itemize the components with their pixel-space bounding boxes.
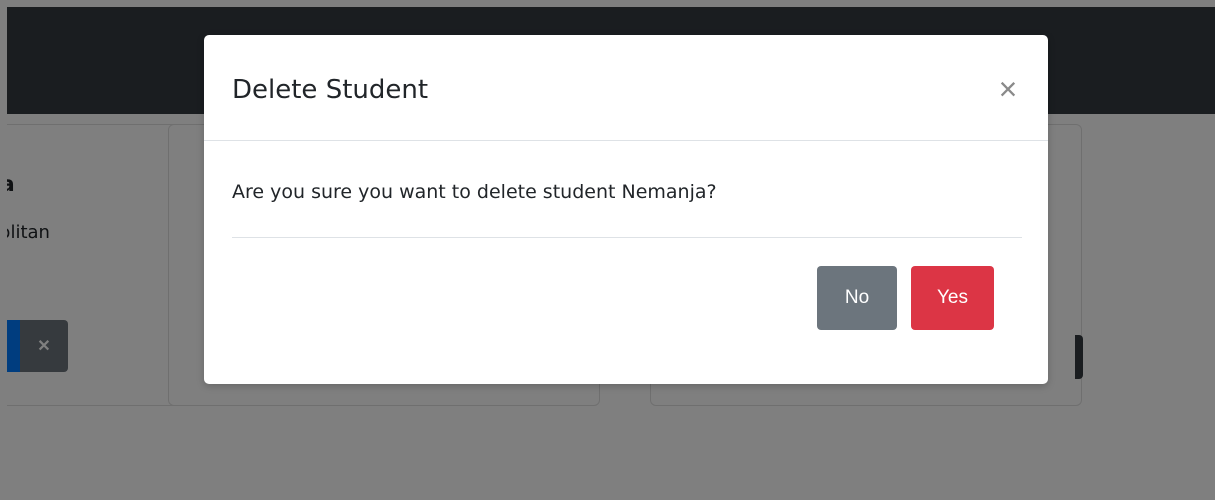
no-button[interactable]: No — [817, 266, 897, 330]
modal-header: Delete Student × — [204, 35, 1048, 141]
modal-divider — [232, 237, 1022, 238]
close-button[interactable]: × — [990, 71, 1026, 107]
window-frame-left — [0, 0, 7, 500]
modal-message: Are you sure you want to delete student … — [232, 181, 717, 203]
delete-student-modal: Delete Student × Are you sure you want t… — [204, 35, 1048, 384]
page-viewport: sa politan ✎ ✕ Delete Student × Are you … — [7, 7, 1215, 500]
window-frame-top — [0, 0, 1215, 7]
close-icon: × — [998, 71, 1018, 107]
modal-title: Delete Student — [232, 75, 429, 105]
yes-button[interactable]: Yes — [911, 266, 994, 330]
